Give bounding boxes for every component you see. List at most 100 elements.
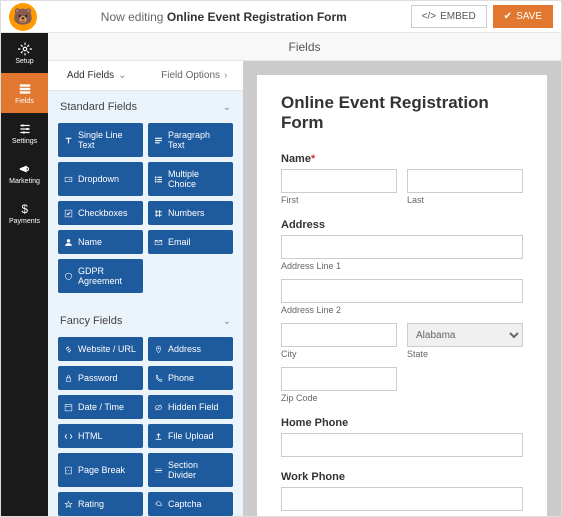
content: Fields Add Fields ⌄ Field Options› Standa… bbox=[48, 33, 561, 516]
field-single-line-text[interactable]: Single Line Text bbox=[58, 123, 143, 157]
user-icon bbox=[64, 238, 73, 247]
tab-label: Add Fields bbox=[67, 70, 114, 81]
sidebar-item-payments[interactable]: $ Payments bbox=[1, 193, 48, 233]
lock-icon bbox=[64, 374, 73, 383]
work-phone-field[interactable]: Work Phone bbox=[281, 471, 523, 511]
name-label: Name* bbox=[281, 153, 523, 165]
content-header: Fields bbox=[48, 33, 561, 61]
hash-icon bbox=[154, 209, 163, 218]
sliders-icon bbox=[18, 122, 32, 136]
section-title: Standard Fields bbox=[60, 101, 137, 113]
embed-button[interactable]: </> EMBED bbox=[411, 5, 487, 28]
address-field[interactable]: Address Address Line 1 Address Line 2 Ci… bbox=[281, 219, 523, 403]
sidebar-item-setup[interactable]: Setup bbox=[1, 33, 48, 73]
field-captcha[interactable]: Captcha bbox=[148, 492, 233, 516]
svg-text:$: $ bbox=[21, 203, 28, 216]
dollar-icon: $ bbox=[18, 202, 32, 216]
state-select[interactable]: Alabama bbox=[407, 323, 523, 347]
home-phone-field[interactable]: Home Phone bbox=[281, 417, 523, 457]
field-password[interactable]: Password bbox=[58, 366, 143, 390]
divider-icon bbox=[154, 466, 163, 475]
city-input[interactable] bbox=[281, 323, 397, 347]
star-icon bbox=[64, 500, 73, 509]
sidebar-item-fields[interactable]: Fields bbox=[1, 73, 48, 113]
content-body: Add Fields ⌄ Field Options› Standard Fiel… bbox=[48, 61, 561, 516]
name-field[interactable]: Name* First Last bbox=[281, 153, 523, 205]
field-email[interactable]: Email bbox=[148, 230, 233, 254]
panel-tabs: Add Fields ⌄ Field Options› bbox=[48, 61, 243, 91]
editing-prefix: Now editing bbox=[101, 10, 167, 24]
check-icon: ✔ bbox=[504, 11, 512, 22]
field-pagebreak[interactable]: Page Break bbox=[58, 453, 143, 487]
field-phone[interactable]: Phone bbox=[148, 366, 233, 390]
form-preview: Online Event Registration Form Name* Fir… bbox=[243, 61, 561, 516]
first-name-input[interactable] bbox=[281, 169, 397, 193]
check-icon bbox=[64, 209, 73, 218]
field-numbers[interactable]: Numbers bbox=[148, 201, 233, 225]
field-html[interactable]: HTML bbox=[58, 424, 143, 448]
embed-label: EMBED bbox=[440, 11, 476, 22]
work-phone-label: Work Phone bbox=[281, 471, 523, 483]
text-icon bbox=[64, 136, 73, 145]
field-gdpr[interactable]: GDPR Agreement bbox=[58, 259, 143, 293]
editing-label: Now editing Online Event Registration Fo… bbox=[37, 10, 411, 24]
zip-input[interactable] bbox=[281, 367, 397, 391]
field-checkboxes[interactable]: Checkboxes bbox=[58, 201, 143, 225]
phone-icon bbox=[154, 374, 163, 383]
field-hidden[interactable]: Hidden Field bbox=[148, 395, 233, 419]
logo: 🐻 bbox=[9, 3, 37, 31]
first-sublabel: First bbox=[281, 195, 397, 205]
sidebar-label: Setup bbox=[15, 58, 33, 65]
last-name-input[interactable] bbox=[407, 169, 523, 193]
address-line2-input[interactable] bbox=[281, 279, 523, 303]
home-phone-input[interactable] bbox=[281, 433, 523, 457]
sidebar: Setup Fields Settings Marketing $ Payment… bbox=[1, 33, 48, 516]
address-label: Address bbox=[281, 219, 523, 231]
form-name: Online Event Registration Form bbox=[167, 10, 347, 24]
chevron-right-icon: › bbox=[224, 70, 227, 81]
sidebar-item-marketing[interactable]: Marketing bbox=[1, 153, 48, 193]
mail-icon bbox=[154, 238, 163, 247]
line1-sublabel: Address Line 1 bbox=[281, 261, 523, 271]
pin-icon bbox=[154, 345, 163, 354]
sidebar-item-settings[interactable]: Settings bbox=[1, 113, 48, 153]
sidebar-label: Payments bbox=[9, 218, 40, 225]
save-label: SAVE bbox=[516, 11, 542, 22]
field-dropdown[interactable]: Dropdown bbox=[58, 162, 143, 196]
address-line1-input[interactable] bbox=[281, 235, 523, 259]
chevron-down-icon: ⌄ bbox=[223, 102, 231, 113]
top-bar: 🐻 Now editing Online Event Registration … bbox=[1, 1, 561, 33]
field-address[interactable]: Address bbox=[148, 337, 233, 361]
fancy-fields-grid: Website / URL Address Password Phone Dat… bbox=[48, 337, 243, 516]
zip-sublabel: Zip Code bbox=[281, 393, 397, 403]
gear-icon bbox=[18, 42, 32, 56]
page-icon bbox=[64, 466, 73, 475]
tab-field-options[interactable]: Field Options› bbox=[146, 61, 244, 90]
paragraph-icon bbox=[154, 136, 163, 145]
save-button[interactable]: ✔ SAVE bbox=[493, 5, 553, 28]
sidebar-label: Marketing bbox=[9, 178, 40, 185]
field-multiple-choice[interactable]: Multiple Choice bbox=[148, 162, 233, 196]
main: Setup Fields Settings Marketing $ Payment… bbox=[1, 33, 561, 516]
shield-icon bbox=[64, 272, 73, 281]
section-standard-fields[interactable]: Standard Fields ⌄ bbox=[48, 91, 243, 123]
chevron-down-icon: ⌄ bbox=[118, 70, 126, 81]
field-paragraph-text[interactable]: Paragraph Text bbox=[148, 123, 233, 157]
field-divider[interactable]: Section Divider bbox=[148, 453, 233, 487]
tab-add-fields[interactable]: Add Fields ⌄ bbox=[48, 61, 146, 90]
calendar-icon bbox=[64, 403, 73, 412]
form-title: Online Event Registration Form bbox=[281, 93, 523, 133]
field-datetime[interactable]: Date / Time bbox=[58, 395, 143, 419]
field-name[interactable]: Name bbox=[58, 230, 143, 254]
preview-canvas: Online Event Registration Form Name* Fir… bbox=[257, 75, 547, 516]
field-upload[interactable]: File Upload bbox=[148, 424, 233, 448]
field-rating[interactable]: Rating bbox=[58, 492, 143, 516]
fields-icon bbox=[18, 82, 32, 96]
work-phone-input[interactable] bbox=[281, 487, 523, 511]
section-fancy-fields[interactable]: Fancy Fields⌄ bbox=[48, 305, 243, 337]
field-website[interactable]: Website / URL bbox=[58, 337, 143, 361]
last-sublabel: Last bbox=[407, 195, 523, 205]
chevron-down-icon: ⌄ bbox=[223, 316, 231, 327]
megaphone-icon bbox=[18, 162, 32, 176]
code-icon: </> bbox=[422, 11, 436, 22]
